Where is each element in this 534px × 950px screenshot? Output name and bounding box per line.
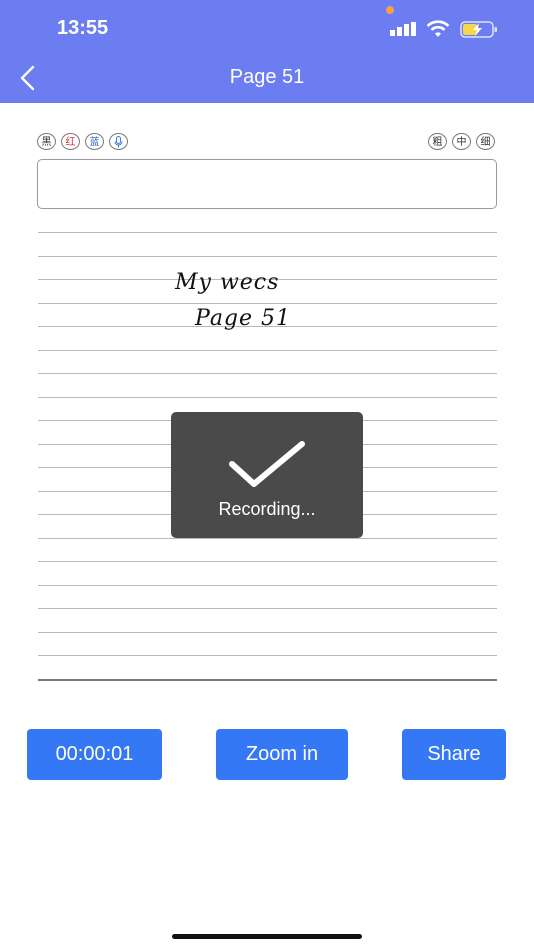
ruled-line-bottom bbox=[38, 678, 497, 681]
toast-message: Recording... bbox=[218, 499, 316, 519]
pen-width-tools: 粗 中 细 bbox=[428, 133, 495, 150]
pen-color-black-button[interactable]: 黑 bbox=[37, 133, 56, 150]
ruled-line bbox=[38, 561, 497, 562]
pen-color-red-button[interactable]: 红 bbox=[61, 133, 80, 150]
handwriting-line-1: My wecs bbox=[175, 270, 280, 295]
checkmark-icon bbox=[229, 441, 305, 487]
home-indicator[interactable] bbox=[172, 934, 362, 939]
status-time: 13:55 bbox=[57, 17, 109, 39]
ruled-line bbox=[38, 349, 497, 351]
pen-color-blue-button[interactable]: 蓝 bbox=[85, 133, 104, 150]
pen-width-thick-button[interactable]: 粗 bbox=[428, 133, 447, 150]
ruled-line bbox=[38, 255, 497, 257]
pen-color-tools: 黑 红 蓝 bbox=[37, 133, 128, 150]
battery-charging-icon bbox=[460, 21, 497, 38]
note-title-input[interactable] bbox=[37, 159, 497, 209]
ruled-line bbox=[38, 631, 497, 633]
recording-toast: Recording... bbox=[171, 412, 363, 538]
ruled-line bbox=[38, 655, 497, 656]
ruled-line bbox=[38, 302, 497, 304]
wifi-icon bbox=[426, 20, 450, 37]
ruled-line bbox=[38, 584, 497, 586]
microphone-icon bbox=[114, 136, 123, 148]
recording-indicator-dot bbox=[386, 6, 394, 14]
handwriting-line-2: Page 51 bbox=[195, 306, 292, 331]
microphone-button[interactable] bbox=[109, 133, 128, 150]
share-button[interactable]: Share bbox=[402, 729, 506, 780]
ruled-line bbox=[38, 396, 497, 398]
ruled-line bbox=[38, 373, 497, 374]
zoom-in-button[interactable]: Zoom in bbox=[216, 729, 348, 780]
recording-timer-button[interactable]: 00:00:01 bbox=[27, 729, 162, 780]
pen-width-thin-button[interactable]: 细 bbox=[476, 133, 495, 150]
cellular-signal-icon bbox=[390, 22, 416, 36]
ruled-line bbox=[38, 608, 497, 609]
ruled-line bbox=[38, 232, 497, 233]
pen-width-medium-button[interactable]: 中 bbox=[452, 133, 471, 150]
page-title: Page 51 bbox=[229, 66, 305, 88]
app-header: 13:55 Page 51 bbox=[0, 0, 534, 103]
